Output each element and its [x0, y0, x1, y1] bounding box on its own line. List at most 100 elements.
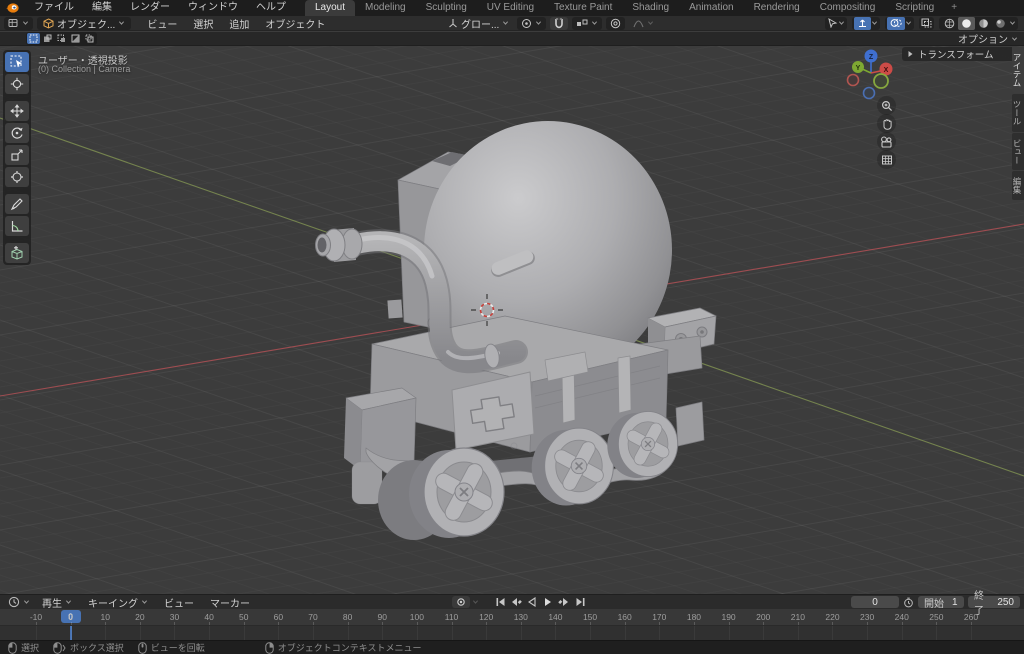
menu-timeline-view[interactable]: ビュー: [156, 595, 202, 610]
tool-select-box[interactable]: [5, 52, 29, 72]
play-reverse-button[interactable]: [525, 596, 539, 608]
workspace-tab-layout[interactable]: Layout: [305, 0, 356, 16]
workspace-tab-texture-paint[interactable]: Texture Paint: [544, 0, 622, 16]
menu-object[interactable]: オブジェクト: [257, 16, 333, 31]
show-gizmos-dropdown[interactable]: [852, 16, 880, 30]
select-mode-extend[interactable]: [41, 33, 54, 44]
jump-to-end-button[interactable]: [573, 596, 587, 608]
tool-transform[interactable]: [5, 167, 29, 187]
menu-select[interactable]: 選択: [185, 16, 221, 31]
status-context-menu-label: オブジェクトコンテキストメニュー: [277, 643, 422, 653]
model-wheel-front[interactable]: [408, 447, 507, 539]
sidebar-tab-item[interactable]: アイテム: [1012, 47, 1024, 93]
select-mode-invert[interactable]: [69, 33, 82, 44]
tool-annotate[interactable]: [5, 194, 29, 214]
model-wheel-middle[interactable]: [530, 427, 616, 507]
editor-type-dropdown[interactable]: [4, 16, 33, 30]
gizmo-x-label: X: [884, 67, 889, 74]
mode-dropdown[interactable]: オブジェク...: [37, 16, 132, 31]
menu-edit[interactable]: 編集: [83, 0, 121, 16]
menu-help[interactable]: ヘルプ: [247, 0, 295, 16]
timeline-editor-dropdown[interactable]: [4, 596, 34, 609]
select-mode-subtract[interactable]: [55, 33, 68, 44]
sidebar-tab-view[interactable]: ビュー: [1012, 132, 1024, 170]
transform-panel-header[interactable]: トランスフォーム: [902, 47, 1012, 61]
prev-keyframe-button[interactable]: [509, 596, 523, 608]
workspace-tab-animation[interactable]: Animation: [679, 0, 743, 16]
select-mode-set[interactable]: [27, 33, 40, 44]
tool-cursor[interactable]: [5, 74, 29, 94]
editor-3d-viewport-icon: [8, 19, 18, 27]
ruler-tick-label: 110: [444, 612, 459, 622]
end-frame-field[interactable]: 終了 250: [968, 591, 1020, 617]
overlays-toggle[interactable]: [887, 16, 905, 30]
snap-target-dropdown[interactable]: [572, 16, 603, 30]
timeline-track[interactable]: [0, 625, 1024, 641]
camera-view-button[interactable]: [877, 132, 896, 151]
end-frame-label: 終了: [974, 591, 984, 617]
viewport-3d[interactable]: Z Y X ユーザー・透視投影 (0) Collection | Camera: [0, 46, 1024, 594]
show-overlays-dropdown[interactable]: [885, 16, 914, 30]
menu-file[interactable]: ファイル: [25, 0, 83, 16]
workspace-tab-scripting[interactable]: Scripting: [885, 0, 944, 16]
current-frame-field[interactable]: 0: [851, 596, 899, 608]
jump-to-start-button[interactable]: [493, 596, 507, 608]
menu-window[interactable]: ウィンドウ: [179, 0, 247, 16]
menu-add[interactable]: 追加: [221, 16, 257, 31]
shading-wireframe-button[interactable]: [941, 17, 958, 30]
auto-keyframe-toggle[interactable]: [452, 596, 470, 608]
pan-view-button[interactable]: [877, 114, 896, 133]
orientation-label: グロー...: [461, 19, 500, 31]
menu-view[interactable]: ビュー: [139, 16, 185, 31]
tool-settings-bar: オプション: [0, 32, 1024, 46]
add-workspace-button[interactable]: +: [944, 0, 964, 16]
model-wheel-rear[interactable]: [606, 410, 680, 479]
options-dropdown[interactable]: オプション: [958, 31, 1018, 46]
select-invert-icon: [71, 34, 80, 43]
track-tick-mark: [70, 626, 72, 641]
menu-playback[interactable]: 再生: [34, 595, 80, 610]
shading-solid-button[interactable]: [958, 16, 975, 30]
viewport-canvas[interactable]: Z Y X: [0, 46, 1024, 594]
shading-rendered-button[interactable]: [992, 17, 1009, 30]
add-cube-icon: [11, 246, 23, 260]
start-frame-field[interactable]: 開始 1: [918, 596, 964, 610]
shading-material-button[interactable]: [975, 17, 992, 30]
perspective-toggle-button[interactable]: [877, 150, 896, 169]
pivot-point-dropdown[interactable]: [517, 16, 547, 30]
timeline-ruler[interactable]: 0 -10 0 10 20 30 40 50 60 70 80 90 100 110 120 130 140 1…: [0, 609, 1024, 625]
workspace-tab-sculpting[interactable]: Sculpting: [416, 0, 477, 16]
ruler-tick-label: 80: [342, 612, 353, 622]
snap-toggle[interactable]: [550, 16, 569, 30]
tool-move[interactable]: [5, 101, 29, 121]
gizmo-axis-x-neg[interactable]: [846, 73, 860, 87]
next-keyframe-button[interactable]: [557, 596, 571, 608]
xray-toggle[interactable]: [919, 16, 934, 30]
select-mode-intersect[interactable]: [83, 33, 96, 44]
menu-keying[interactable]: キーイング: [80, 595, 156, 610]
proportional-falloff-dropdown[interactable]: [629, 17, 658, 30]
tool-measure[interactable]: [5, 216, 29, 236]
workspace-tab-uv-editing[interactable]: UV Editing: [477, 0, 544, 16]
zoom-view-button[interactable]: [877, 96, 896, 115]
gizmo-axis-z-neg[interactable]: [862, 86, 876, 100]
sidebar-tab-tool[interactable]: ツール: [1012, 94, 1024, 132]
tool-scale[interactable]: [5, 145, 29, 165]
transform-orientation-dropdown[interactable]: グロー...: [444, 17, 513, 31]
tool-rotate[interactable]: [5, 123, 29, 143]
menu-marker[interactable]: マーカー: [202, 595, 258, 610]
sidebar-tab-edit[interactable]: 編集: [1012, 171, 1024, 200]
menu-render[interactable]: レンダー: [121, 0, 179, 16]
workspace-tab-compositing[interactable]: Compositing: [810, 0, 886, 16]
options-label: オプション: [958, 35, 1008, 46]
gizmo-axis-y-neg[interactable]: [873, 73, 889, 89]
gizmos-toggle[interactable]: [854, 16, 871, 30]
workspace-tab-modeling[interactable]: Modeling: [355, 0, 416, 16]
blender-logo[interactable]: [5, 2, 19, 14]
proportional-editing-toggle[interactable]: [606, 16, 626, 30]
tool-add-cube[interactable]: [5, 243, 29, 263]
object-visibility-dropdown[interactable]: [825, 16, 847, 30]
workspace-tab-rendering[interactable]: Rendering: [744, 0, 810, 16]
play-button[interactable]: [541, 596, 555, 608]
workspace-tab-shading[interactable]: Shading: [622, 0, 679, 16]
